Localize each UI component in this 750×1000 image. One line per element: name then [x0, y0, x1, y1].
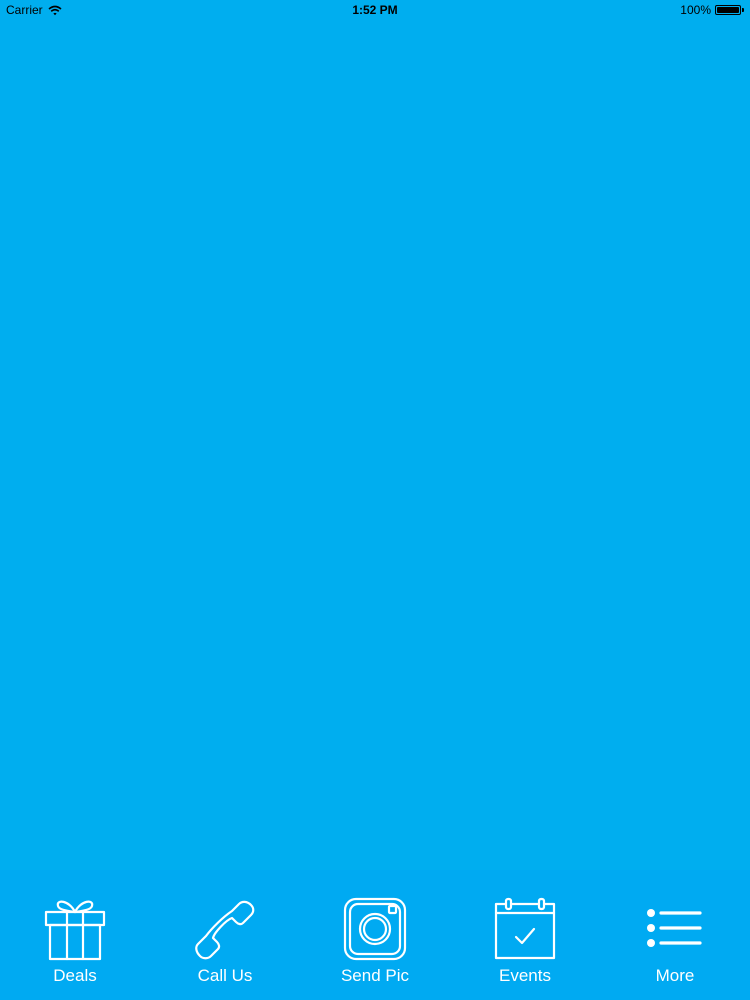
status-time: 1:52 PM	[352, 3, 398, 17]
battery-percentage: 100%	[680, 3, 711, 17]
app-screen: Carrier 1:52 PM 100% Deals Call Us Send …	[0, 0, 750, 1000]
gift-icon	[44, 900, 106, 961]
list-icon	[647, 909, 702, 947]
tab-events[interactable]: Events	[450, 870, 600, 1000]
main-content	[0, 20, 750, 870]
tab-events-label: Events	[499, 966, 551, 985]
calendar-check-icon	[494, 897, 556, 960]
phone-icon	[195, 900, 255, 960]
tab-send-pic[interactable]: Send Pic	[300, 870, 450, 1000]
tab-more[interactable]: More	[600, 870, 750, 1000]
tab-more-label: More	[655, 966, 695, 985]
tab-deals[interactable]: Deals	[0, 870, 150, 1000]
status-bar: Carrier 1:52 PM 100%	[0, 0, 750, 20]
tab-call-us-label: Call Us	[197, 966, 253, 985]
tab-deals-label: Deals	[53, 966, 97, 985]
battery-tip	[742, 8, 744, 12]
camera-icon	[343, 897, 407, 961]
status-right: 100%	[680, 3, 744, 17]
battery-level	[717, 7, 739, 13]
tab-call-us[interactable]: Call Us	[150, 870, 300, 1000]
tab-send-pic-label: Send Pic	[340, 966, 410, 985]
battery-icon	[715, 5, 741, 15]
tab-bar: Deals Call Us Send Pic Events More	[0, 870, 750, 1000]
